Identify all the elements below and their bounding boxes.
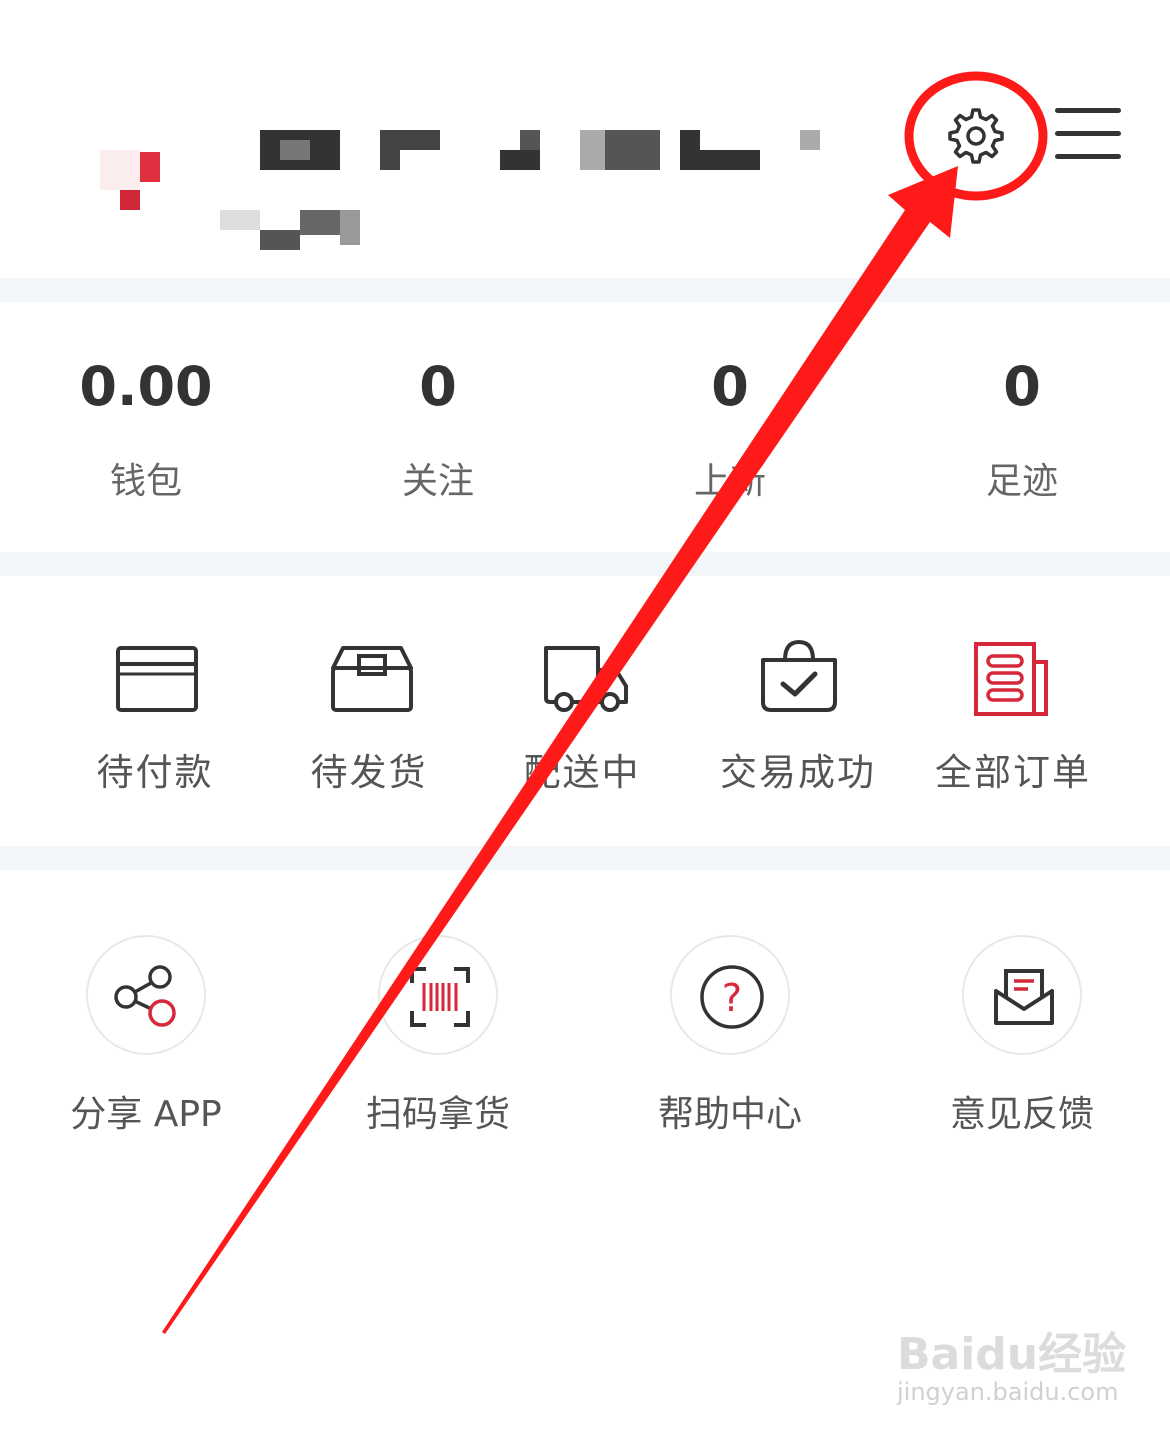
watermark-main: Baidu经验 [897,1329,1127,1380]
profile-header [0,0,1170,278]
help-icon: ? [670,935,790,1055]
section-divider [0,846,1170,870]
svg-text:?: ? [722,976,742,1020]
tool-label: 意见反馈 [949,1094,1094,1135]
stat-value: 0 [419,355,457,418]
avatar-pixel [100,150,140,190]
hamburger-menu-icon[interactable] [1055,108,1121,160]
tool-label: 扫码拿货 [365,1094,510,1135]
tool-label: 分享 APP [70,1094,222,1135]
tool-label: 帮助中心 [657,1094,802,1135]
stat-value: 0 [1003,355,1041,418]
stat-value: 0 [711,355,749,418]
order-label: 配送中 [523,751,641,794]
section-divider [0,278,1170,302]
settings-gear-icon[interactable] [940,100,1012,172]
feedback-mail-icon [962,935,1082,1055]
avatar[interactable] [60,110,200,230]
stat-label: 钱包 [109,461,182,502]
user-subtitle-blurred [220,205,380,250]
barcode-scan-icon [378,935,498,1055]
order-list-icon [974,642,1048,716]
box-icon [331,646,413,712]
avatar-pixel [120,188,140,210]
truck-icon [544,646,628,712]
watermark-sub: jingyan.baidu.com [897,1378,1119,1406]
order-label: 交易成功 [720,751,876,794]
avatar-pixel [140,152,160,182]
order-label: 待付款 [96,751,214,794]
stat-label: 关注 [401,461,474,502]
stat-value: 0.00 [79,355,213,418]
section-divider [0,552,1170,576]
username-blurred [255,125,855,175]
stat-label: 上新 [693,461,766,502]
order-label: 全部订单 [935,751,1091,794]
stat-label: 足迹 [985,461,1058,502]
share-icon [86,935,206,1055]
baidu-watermark: Baidu经验 jingyan.baidu.com [895,1318,1135,1418]
card-icon [116,646,198,712]
bag-check-icon [761,640,837,712]
order-label: 待发货 [310,751,428,794]
